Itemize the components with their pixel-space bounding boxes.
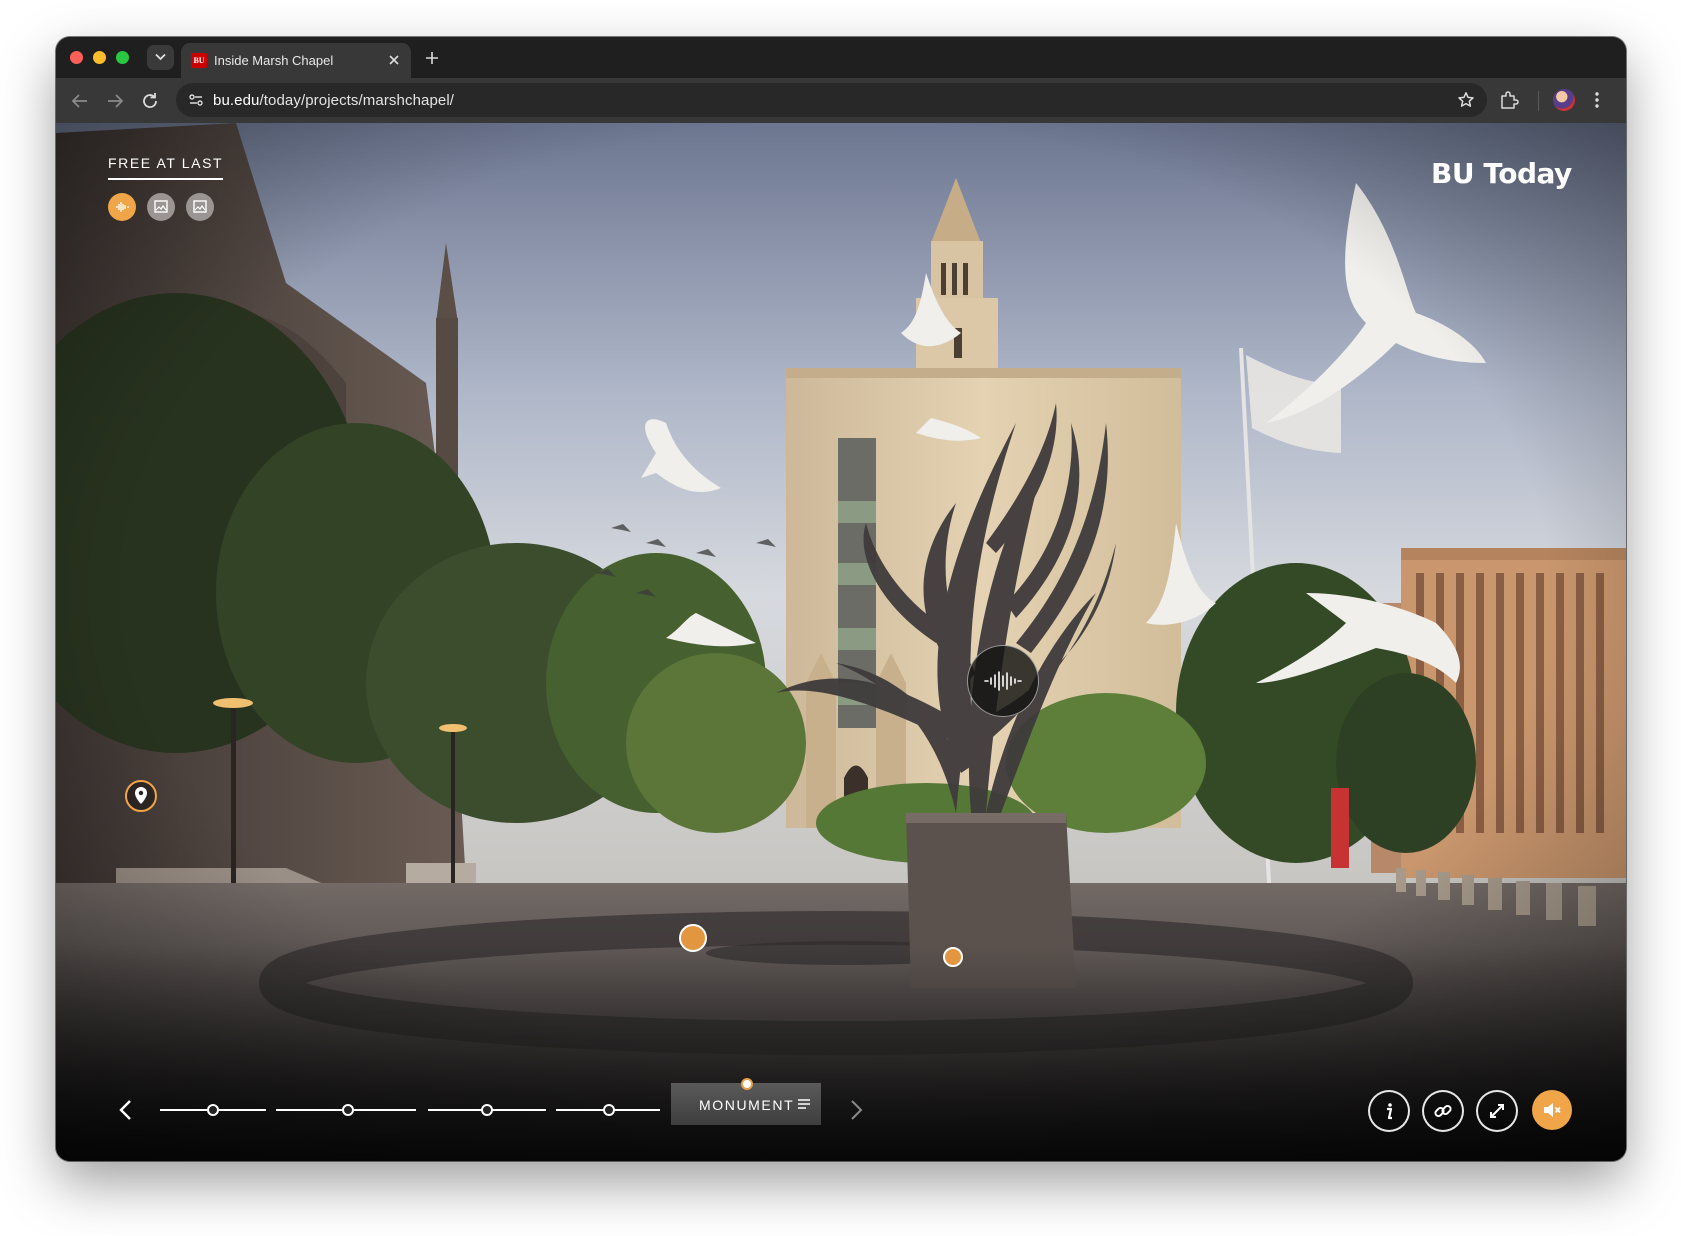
tab-strip: BU Inside Marsh Chapel (56, 37, 1626, 78)
marsh-chapel-panorama (56, 123, 1626, 1161)
minimize-window-button[interactable] (93, 51, 106, 64)
image-icon (154, 200, 168, 213)
back-button[interactable] (68, 89, 92, 113)
bu-today-logo[interactable]: BU Today (1431, 157, 1572, 190)
timeline-marker[interactable] (207, 1104, 219, 1116)
url-text: bu.edu/today/projects/marshchapel/ (213, 92, 454, 109)
image-icon (193, 200, 207, 213)
mute-icon (1544, 1103, 1561, 1117)
audio-media-button[interactable] (108, 193, 136, 221)
bu-favicon-icon: BU (191, 53, 207, 68)
extensions-icon[interactable] (1499, 90, 1519, 115)
fullscreen-button[interactable] (1476, 1090, 1518, 1132)
next-chapter-button[interactable] (846, 1098, 866, 1122)
timeline-marker[interactable] (603, 1104, 615, 1116)
toolbar-divider (1538, 91, 1539, 111)
mute-button[interactable] (1532, 1090, 1572, 1130)
previous-chapter-button[interactable] (116, 1098, 136, 1122)
timeline-marker[interactable] (342, 1104, 354, 1116)
current-chapter-marker (741, 1078, 753, 1090)
plus-icon (426, 52, 438, 64)
image-media-button-2[interactable] (186, 193, 214, 221)
reload-button[interactable] (138, 89, 162, 113)
new-tab-button[interactable] (423, 49, 441, 67)
info-icon (1387, 1103, 1393, 1120)
copy-link-button[interactable] (1422, 1090, 1464, 1132)
audio-hotspot-button[interactable] (967, 645, 1039, 717)
chevron-down-icon (155, 53, 166, 61)
fullscreen-icon (1490, 1104, 1504, 1118)
panorama-viewport[interactable]: FREE AT LAST BU Today MONUMENT (56, 123, 1626, 1161)
site-info-icon[interactable] (188, 92, 204, 113)
close-icon (389, 55, 399, 65)
chevron-left-icon (119, 1100, 131, 1120)
link-icon (1434, 1104, 1452, 1118)
tab-title: Inside Marsh Chapel (214, 53, 334, 68)
current-chapter-label: MONUMENT (699, 1097, 795, 1113)
arrow-left-icon (71, 94, 87, 108)
reload-icon (143, 93, 157, 108)
browser-window: BU Inside Marsh Chapel bu.edu/today/proj… (56, 37, 1626, 1161)
tab-active[interactable]: BU Inside Marsh Chapel (181, 43, 411, 78)
address-bar[interactable]: bu.edu/today/projects/marshchapel/ (176, 83, 1487, 117)
audio-icon (116, 202, 129, 212)
bookmark-star-icon[interactable] (1457, 91, 1475, 114)
tab-close-button[interactable] (385, 51, 403, 69)
info-button[interactable] (1368, 1090, 1410, 1132)
browser-menu-icon[interactable] (1594, 90, 1600, 115)
url-host: bu.edu (213, 92, 260, 109)
url-path: /today/projects/marshchapel/ (259, 92, 455, 109)
chevron-right-icon (851, 1100, 863, 1120)
section-title: FREE AT LAST (108, 155, 224, 180)
soundwave-icon (984, 671, 1022, 691)
zoom-window-button[interactable] (116, 51, 129, 64)
timeline-marker[interactable] (481, 1104, 493, 1116)
close-window-button[interactable] (70, 51, 83, 64)
hotspot-marker[interactable] (679, 924, 707, 952)
hotspot-marker-small[interactable] (943, 947, 963, 967)
menu-lines-icon (798, 1099, 810, 1109)
profile-avatar[interactable] (1553, 89, 1575, 111)
arrow-right-icon (108, 94, 124, 108)
location-pin-button[interactable] (124, 779, 158, 813)
image-media-button[interactable] (147, 193, 175, 221)
location-pin-icon (125, 780, 157, 812)
forward-button[interactable] (103, 89, 127, 113)
browser-toolbar: bu.edu/today/projects/marshchapel/ (56, 78, 1626, 123)
tab-search-button[interactable] (147, 45, 174, 70)
